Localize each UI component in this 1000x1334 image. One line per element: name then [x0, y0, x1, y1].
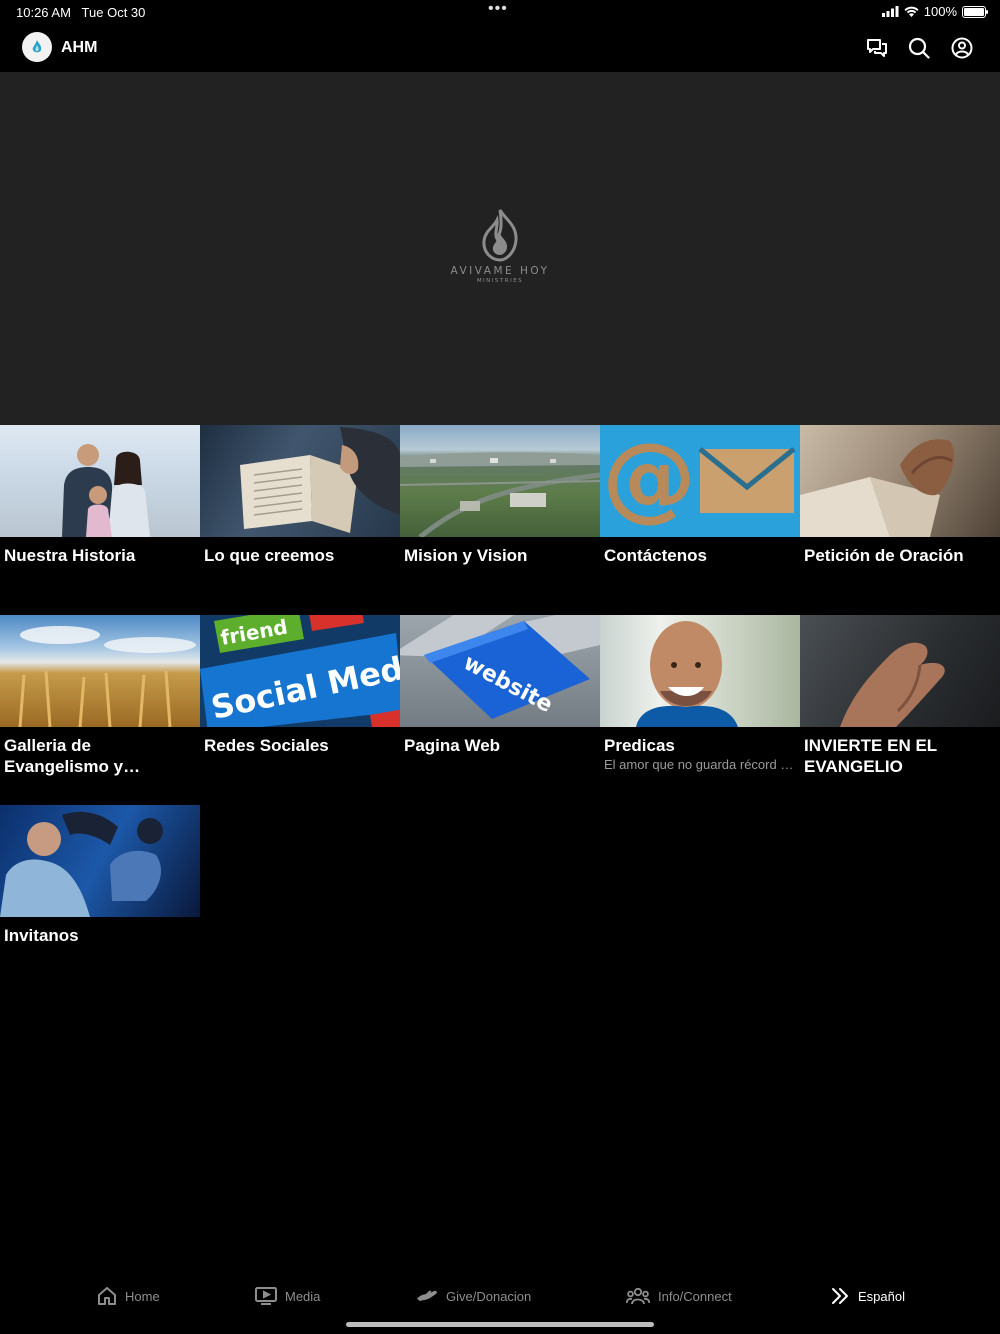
search-icon[interactable]: [908, 37, 930, 59]
tile-invierte-en-el-evangelio[interactable]: INVIERTE EN EL EVANGELIO: [800, 615, 1000, 805]
double-chevron-icon: [832, 1288, 848, 1304]
tab-give-donacion[interactable]: Give/Donacion: [416, 1284, 531, 1308]
tile-title: Petición de Oración: [804, 546, 964, 565]
family-photo: [0, 425, 200, 537]
ministry-logo: AVIVAME HOY MINISTRIES: [430, 207, 570, 284]
svg-text:@: @: [602, 425, 696, 532]
tab-label: Home: [125, 1288, 160, 1304]
tile-redes-sociales[interactable]: friend Social Media Redes Sociales: [200, 615, 400, 805]
tile-title: Invitanos: [4, 926, 79, 945]
status-indicators: 100%: [881, 4, 988, 19]
tile-title: Mision y Vision: [404, 546, 528, 565]
tile-title: Nuestra Historia: [4, 546, 136, 565]
people-icon: [626, 1287, 650, 1305]
tab-label: Info/Connect: [658, 1288, 732, 1304]
tile-title: Predicas: [604, 736, 675, 755]
tile-title: Galleria de Evangelismo y Conferencias: [4, 736, 124, 776]
tab-label: Español: [858, 1288, 905, 1304]
profile-icon[interactable]: [951, 37, 973, 59]
home-icon: [98, 1287, 116, 1305]
tile-galleria[interactable]: Galleria de Evangelismo y Conferencias: [0, 615, 200, 805]
tile-contactenos[interactable]: @ Contáctenos: [600, 425, 800, 615]
tile-mision-y-vision[interactable]: Mision y Vision: [400, 425, 600, 615]
tab-home[interactable]: Home: [97, 1284, 160, 1308]
tile-lo-que-creemos[interactable]: Lo que creemos: [200, 425, 400, 615]
flame-logo-icon: [482, 209, 518, 262]
tab-espanol[interactable]: Español: [830, 1284, 905, 1308]
tile-predicas[interactable]: Predicas El amor que no guarda récord de…: [600, 615, 800, 805]
battery-percent: 100%: [923, 4, 957, 19]
open-hand-photo: [800, 615, 1000, 727]
website-keyboard-photo: website: [400, 615, 600, 727]
preacher-portrait-photo: [600, 615, 800, 727]
open-bible-photo: [200, 425, 400, 537]
tile-pagina-web[interactable]: website Pagina Web: [400, 615, 600, 805]
tile-nuestra-historia[interactable]: Nuestra Historia: [0, 425, 200, 615]
tile-title: Pagina Web: [404, 736, 501, 755]
status-bar: 10:26 AM Tue Oct 30 ••• 100%: [0, 0, 1000, 24]
multitasking-dots[interactable]: •••: [488, 0, 508, 18]
tab-label: Media: [285, 1288, 321, 1304]
tab-media[interactable]: Media: [255, 1284, 320, 1308]
bottom-tab-bar: Home Media Give/Donacion Info/Connect Es…: [0, 1270, 1000, 1334]
wheat-field-photo: [0, 615, 200, 727]
logo-name: AVIVAME HOY: [450, 265, 550, 277]
tile-title: Lo que creemos: [204, 546, 335, 565]
app-logo[interactable]: [22, 32, 52, 62]
status-time: 10:26 AM Tue Oct 30: [16, 5, 146, 20]
tile-subtitle: El amor que no guarda récord de ofensas: [604, 757, 797, 772]
chat-icon[interactable]: [866, 37, 888, 59]
praying-hands-photo: [800, 425, 1000, 537]
social-media-keyboard-photo: friend Social Media: [200, 615, 400, 727]
wifi-icon: [904, 6, 919, 17]
tile-title: Redes Sociales: [204, 736, 329, 755]
tv-play-icon: [255, 1287, 277, 1305]
home-indicator[interactable]: [346, 1322, 654, 1327]
app-title: AHM: [61, 39, 98, 56]
worship-prayer-photo: [0, 805, 200, 917]
hero-banner: AVIVAME HOY MINISTRIES: [0, 72, 1000, 425]
cellular-signal-icon: [881, 6, 899, 17]
tab-info-connect[interactable]: Info/Connect: [626, 1284, 732, 1308]
hand-give-icon: [417, 1290, 437, 1301]
tile-title: Contáctenos: [604, 546, 707, 565]
battery-icon: [962, 5, 988, 18]
aerial-city-photo: [400, 425, 600, 537]
email-contact-photo: @: [600, 425, 800, 537]
top-nav-bar: AHM: [0, 24, 1000, 72]
logo-subtitle: MINISTRIES: [476, 278, 524, 284]
tile-invitanos[interactable]: Invitanos: [0, 805, 200, 995]
tab-label: Give/Donacion: [446, 1288, 532, 1304]
tile-peticion-de-oracion[interactable]: Petición de Oración: [800, 425, 1000, 615]
tile-title: INVIERTE EN EL EVANGELIO: [804, 736, 937, 776]
